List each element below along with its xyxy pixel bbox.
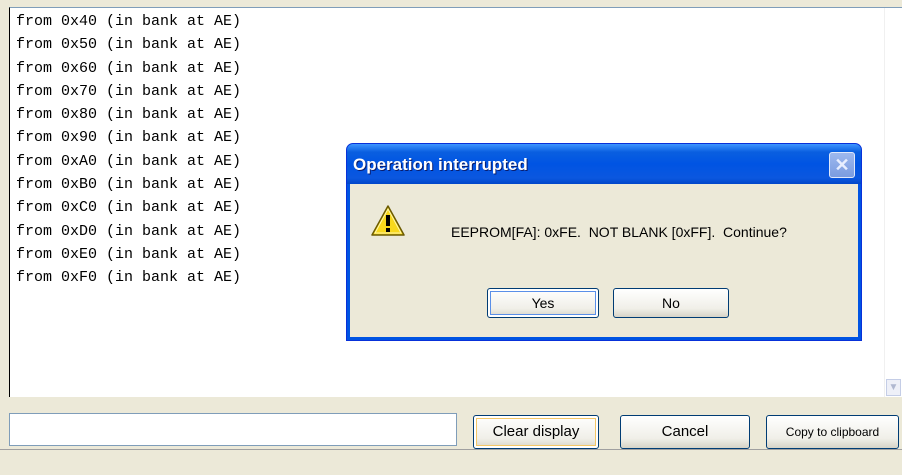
log-line: from 0xB0 (in bank at AE)	[16, 176, 242, 194]
dialog-title: Operation interrupted	[353, 155, 528, 174]
log-line: from 0x70 (in bank at AE)	[16, 82, 242, 100]
log-line: from 0xD0 (in bank at AE)	[16, 222, 242, 240]
no-button[interactable]: No	[613, 288, 729, 318]
log-line: from 0xF0 (in bank at AE)	[16, 269, 242, 287]
operation-interrupted-dialog: Operation interrupted ✕ EEPROM[FA]: 0xFE…	[346, 143, 862, 341]
log-line: from 0x80 (in bank at AE)	[16, 106, 242, 124]
yes-button[interactable]: Yes	[487, 288, 599, 318]
log-line: from 0xA0 (in bank at AE)	[16, 152, 242, 170]
bottom-toolbar: Clear display Cancel Copy to clipboard	[0, 397, 902, 475]
warning-icon	[371, 205, 405, 236]
dialog-body: EEPROM[FA]: 0xFE. NOT BLANK [0xFF]. Cont…	[350, 184, 858, 337]
log-line: from 0x50 (in bank at AE)	[16, 36, 242, 54]
cancel-button[interactable]: Cancel	[620, 415, 750, 449]
close-icon[interactable]: ✕	[829, 152, 855, 178]
clear-display-button[interactable]: Clear display	[473, 415, 599, 449]
log-line: from 0x90 (in bank at AE)	[16, 129, 242, 147]
scroll-down-arrow-icon[interactable]: ▼	[886, 379, 901, 396]
log-lines: from 0x40 (in bank at AE) from 0x50 (in b…	[16, 10, 241, 290]
command-input[interactable]	[9, 413, 457, 446]
log-line: from 0x60 (in bank at AE)	[16, 59, 242, 77]
log-line: from 0x40 (in bank at AE)	[16, 13, 242, 30]
vertical-scrollbar[interactable]: ▼	[884, 8, 902, 397]
log-line: from 0xE0 (in bank at AE)	[16, 245, 242, 263]
copy-to-clipboard-button[interactable]: Copy to clipboard	[766, 415, 899, 449]
dialog-message: EEPROM[FA]: 0xFE. NOT BLANK [0xFF]. Cont…	[451, 224, 787, 240]
dialog-titlebar[interactable]: Operation interrupted ✕	[347, 144, 861, 184]
log-line: from 0xC0 (in bank at AE)	[16, 199, 242, 217]
divider	[0, 449, 902, 450]
